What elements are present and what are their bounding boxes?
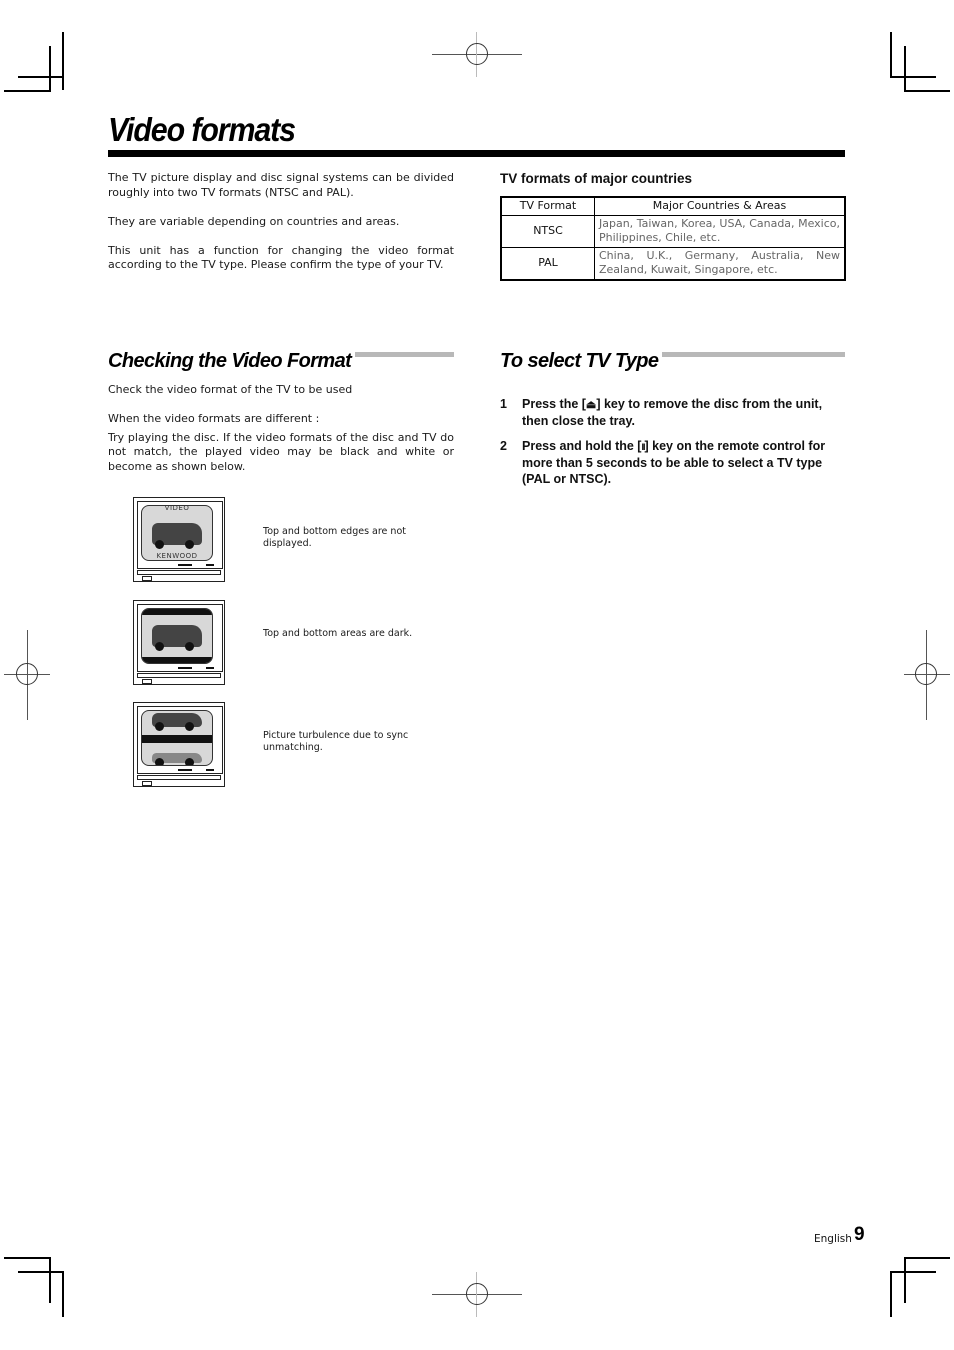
step-number: 2 — [500, 439, 507, 453]
intro-paragraph: They are variable depending on countries… — [108, 214, 400, 228]
intro-paragraph: The TV picture display and disc signal s… — [108, 171, 454, 199]
step-text: Press the [⏏] key to remove the disc fro… — [522, 396, 846, 429]
countries-cell: China, U.K., Germany, Australia, New Zea… — [594, 246, 846, 280]
column-header: Major Countries & Areas — [594, 196, 846, 216]
page-title: Video formats — [108, 111, 296, 148]
crop-mark — [890, 1271, 936, 1273]
crop-mark — [4, 1257, 51, 1259]
step-number: 1 — [500, 397, 507, 411]
crop-mark — [904, 1257, 906, 1303]
step-text-part: Press and hold the [ — [522, 439, 642, 453]
countries-cell: Japan, Taiwan, Korea, USA, Canada, Mexic… — [594, 214, 846, 248]
step-text-part: Press the [ — [522, 397, 586, 411]
tv-sync-turbulence-icon — [133, 702, 225, 787]
tv-edges-cut-icon: VIDEO KENWOOD — [133, 497, 225, 582]
crop-mark — [18, 1271, 64, 1273]
format-cell: NTSC — [500, 214, 595, 248]
step-item: 2 Press and hold the [II] key on the rem… — [500, 438, 846, 487]
crop-mark — [4, 90, 51, 92]
screen-label-top: VIDEO — [164, 505, 190, 512]
title-rule — [108, 150, 845, 157]
checking-lead: Check the video format of the TV to be u… — [108, 383, 353, 396]
steps-list: 1 Press the [⏏] key to remove the disc f… — [500, 396, 846, 496]
intro-text: The TV picture display and disc signal s… — [108, 171, 454, 287]
crop-mark — [904, 46, 906, 92]
section-title-select: To select TV Type — [500, 350, 663, 372]
footer-language: English — [814, 1233, 852, 1245]
section-title-text: To select TV Type — [500, 350, 663, 372]
screen-label-bottom: KENWOOD — [156, 552, 198, 560]
crop-mark — [904, 90, 950, 92]
checking-body: Try playing the disc. If the video forma… — [108, 430, 454, 473]
intro-paragraph: This unit has a function for changing th… — [108, 243, 454, 272]
crop-mark — [904, 1257, 950, 1259]
checking-text: Check the video format of the TV to be u… — [108, 383, 454, 489]
format-cell: PAL — [500, 246, 595, 280]
crop-mark — [890, 32, 892, 77]
eject-icon: ⏏ — [585, 399, 597, 411]
crop-mark — [18, 76, 64, 78]
crop-mark — [62, 32, 64, 90]
table-row: NTSC Japan, Taiwan, Korea, USA, Canada, … — [500, 214, 846, 248]
section-title-checking: Checking the Video Format — [108, 350, 356, 372]
illustration-caption: Top and bottom areas are dark. — [263, 628, 413, 639]
table-row: PAL China, U.K., Germany, Australia, New… — [500, 246, 846, 280]
column-header: TV Format — [500, 196, 595, 216]
table-header-row: TV Format Major Countries & Areas — [500, 196, 846, 216]
illustration-caption: Picture turbulence due to sync unmatchin… — [263, 730, 409, 753]
crop-mark — [890, 1271, 892, 1317]
crop-mark — [890, 76, 936, 78]
illustration-caption: Top and bottom edges are not displayed. — [263, 526, 406, 549]
crop-mark — [62, 1271, 64, 1317]
step-item: 1 Press the [⏏] key to remove the disc f… — [500, 396, 846, 429]
crop-mark — [49, 46, 51, 91]
step-text: Press and hold the [II] key on the remot… — [522, 438, 846, 487]
section-title-text: Checking the Video Format — [108, 350, 356, 372]
checking-subheading: When the video formats are different : — [108, 412, 320, 425]
formats-table-heading: TV formats of major countries — [500, 171, 693, 186]
crop-mark — [49, 1257, 51, 1303]
page-number: 9 — [854, 1224, 865, 1245]
formats-table: TV Format Major Countries & Areas NTSC J… — [500, 196, 846, 281]
tv-dark-bands-icon — [133, 600, 225, 685]
